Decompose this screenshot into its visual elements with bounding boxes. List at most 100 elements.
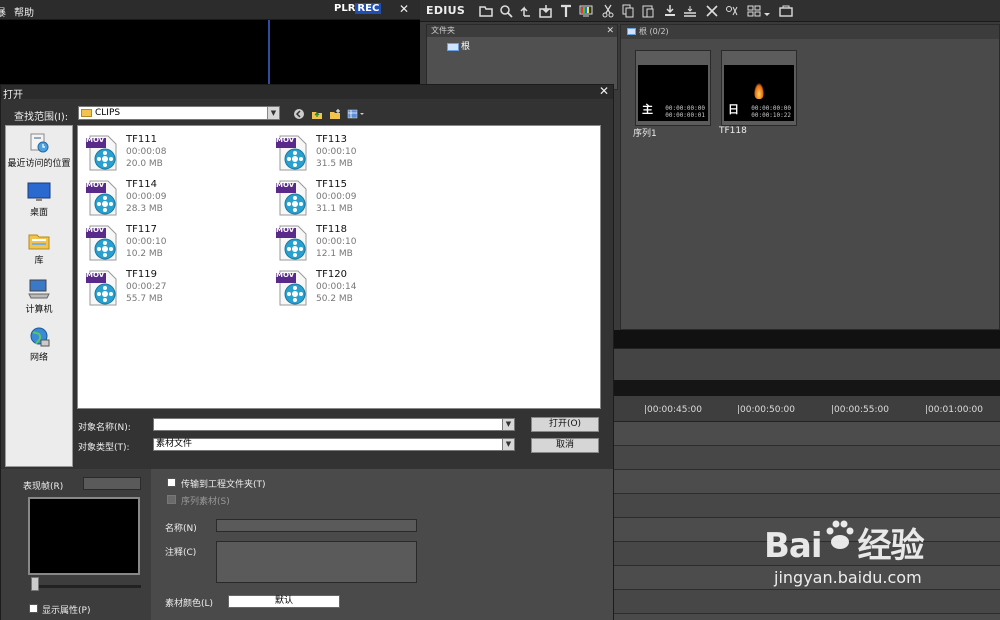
folder-panel-close-button[interactable]: ✕ — [606, 25, 614, 37]
object-type-select[interactable]: 素材文件 — [153, 438, 503, 451]
paste-icon[interactable] — [640, 3, 656, 19]
file-duration: 00:00:10 — [126, 237, 167, 247]
place-computer[interactable]: 计算机 — [6, 278, 72, 315]
timeline-toolbar — [614, 348, 1000, 380]
flame-thumbnail-image — [754, 83, 764, 99]
properties-icon[interactable] — [724, 3, 740, 19]
file-item-tf120[interactable]: MOV TF120 00:00:14 50.2 MB — [270, 265, 450, 307]
timeline-track[interactable] — [614, 494, 1000, 518]
import-icon[interactable] — [538, 3, 554, 19]
clip-name-label: 名称(N) — [165, 524, 197, 534]
file-item-tf117[interactable]: MOV TF117 00:00:10 10.2 MB — [80, 220, 260, 262]
object-name-input[interactable] — [153, 418, 503, 431]
player-close-button[interactable]: ✕ — [399, 2, 409, 16]
cancel-button[interactable]: 取消 — [531, 438, 599, 453]
dialog-close-button[interactable]: ✕ — [599, 84, 609, 98]
place-desktop[interactable]: 桌面 — [6, 181, 72, 218]
rep-frame-value[interactable] — [83, 477, 141, 490]
mov-badge: MOV — [86, 136, 105, 144]
folder-tree-root[interactable]: 根 — [447, 39, 470, 52]
timeline-track[interactable] — [614, 470, 1000, 494]
add-to-timeline-icon[interactable] — [662, 3, 678, 19]
delete-icon[interactable] — [704, 3, 720, 19]
network-icon — [30, 327, 50, 347]
plr-rec-toggle[interactable]: PLR REC — [334, 3, 382, 17]
file-item-tf118[interactable]: MOV TF118 00:00:10 12.1 MB — [270, 220, 450, 262]
menu-item-help[interactable]: 帮助 — [14, 4, 34, 19]
title-icon[interactable] — [558, 3, 574, 19]
paw-icon — [826, 520, 854, 549]
folder-icon — [81, 109, 92, 117]
place-libraries[interactable]: 库 — [6, 229, 72, 266]
clip-timecode: 00:00:00:00 00:00:00:01 — [665, 105, 705, 119]
rep-frame-slider-track[interactable] — [31, 585, 141, 588]
view-icon[interactable] — [746, 3, 762, 19]
lookin-dropdown[interactable]: CLIPS ▼ — [78, 106, 280, 120]
menu-item-partial[interactable]: 暴 — [0, 4, 6, 19]
bin-panel: 根 (0/2) 主 00:00:00:00 00:00:00:01 序列1 日 … — [620, 24, 1000, 330]
back-icon[interactable] — [293, 108, 305, 120]
rec-badge[interactable]: REC — [355, 3, 382, 14]
edius-logo: EDIUS — [426, 4, 466, 17]
place-label: 库 — [34, 256, 44, 266]
file-item-tf111[interactable]: MOV TF111 00:00:08 20.0 MB — [80, 130, 260, 172]
ruler-timecode: |00:00:50:00 — [737, 405, 795, 415]
up-icon[interactable] — [518, 3, 534, 19]
chevron-down-icon[interactable]: ▼ — [502, 418, 515, 431]
file-duration: 00:00:10 — [316, 147, 357, 157]
transfer-to-project-checkbox[interactable] — [167, 478, 176, 487]
file-size: 31.5 MB — [316, 159, 353, 169]
open-button[interactable]: 打开(O) — [531, 417, 599, 432]
chevron-down-icon[interactable]: ▼ — [267, 107, 279, 119]
file-duration: 00:00:08 — [126, 147, 167, 157]
ruler-timecode: |00:01:00:00 — [925, 405, 983, 415]
search-icon[interactable] — [498, 3, 514, 19]
file-item-tf119[interactable]: MOV TF119 00:00:27 55.7 MB — [80, 265, 260, 307]
lookin-value: CLIPS — [95, 108, 121, 118]
show-properties-checkbox[interactable] — [29, 604, 38, 613]
timeline-track[interactable] — [614, 422, 1000, 446]
player-preview — [0, 20, 420, 84]
comment-field[interactable] — [216, 541, 417, 583]
clip-thumbnail: 日 00:00:00:00 00:00:10:22 — [724, 65, 794, 121]
new-folder-icon[interactable] — [329, 108, 341, 120]
place-network[interactable]: 网络 — [6, 326, 72, 363]
file-duration: 00:00:14 — [316, 282, 357, 292]
folder-panel-header: 文件夹 ✕ — [427, 25, 617, 37]
place-recent[interactable]: 最近访问的位置 — [6, 132, 72, 169]
dialog-titlebar: 打开 ✕ — [1, 84, 613, 101]
tools-icon[interactable] — [778, 3, 794, 19]
clip-color-button[interactable]: 默认 — [228, 595, 340, 608]
plr-badge[interactable]: PLR — [334, 3, 355, 14]
mov-badge: MOV — [276, 226, 295, 234]
view-menu-icon[interactable] — [347, 108, 367, 120]
watermark-jingyan: 经验 — [857, 526, 925, 566]
chevron-down-icon[interactable] — [762, 3, 772, 19]
insert-icon[interactable] — [682, 3, 698, 19]
file-size: 55.7 MB — [126, 294, 163, 304]
clip-tc-in: 00:00:00:00 — [751, 105, 791, 112]
folder-icon[interactable] — [478, 3, 494, 19]
file-item-tf114[interactable]: MOV TF114 00:00:09 28.3 MB — [80, 175, 260, 217]
file-name: TF114 — [126, 179, 157, 190]
comment-label: 注释(C) — [165, 548, 197, 558]
file-list: MOV TF111 00:00:08 20.0 MB MOV TF114 00:… — [77, 125, 601, 409]
edius-toolbar: EDIUS — [420, 0, 1000, 22]
color-bars-icon[interactable] — [578, 3, 594, 19]
clip-name-field[interactable] — [216, 519, 417, 532]
bin-clip-tf118[interactable]: 日 00:00:00:00 00:00:10:22 — [721, 50, 797, 126]
chevron-down-icon[interactable]: ▼ — [502, 438, 515, 451]
file-name: TF113 — [316, 134, 347, 145]
file-item-tf115[interactable]: MOV TF115 00:00:09 31.1 MB — [270, 175, 450, 217]
mov-badge: MOV — [276, 271, 295, 279]
file-item-tf113[interactable]: MOV TF113 00:00:10 31.5 MB — [270, 130, 450, 172]
cut-icon[interactable] — [600, 3, 616, 19]
rep-frame-slider-handle[interactable] — [31, 577, 39, 591]
timeline-track[interactable] — [614, 446, 1000, 470]
bin-clip-sequence[interactable]: 主 00:00:00:00 00:00:00:01 — [635, 50, 711, 126]
copy-icon[interactable] — [620, 3, 636, 19]
up-folder-icon[interactable] — [311, 108, 323, 120]
file-name: TF120 — [316, 269, 347, 280]
ruler-timecode: |00:00:55:00 — [831, 405, 889, 415]
timeline-ruler[interactable]: |00:00:45:00 |00:00:50:00 |00:00:55:00 |… — [614, 396, 1000, 422]
